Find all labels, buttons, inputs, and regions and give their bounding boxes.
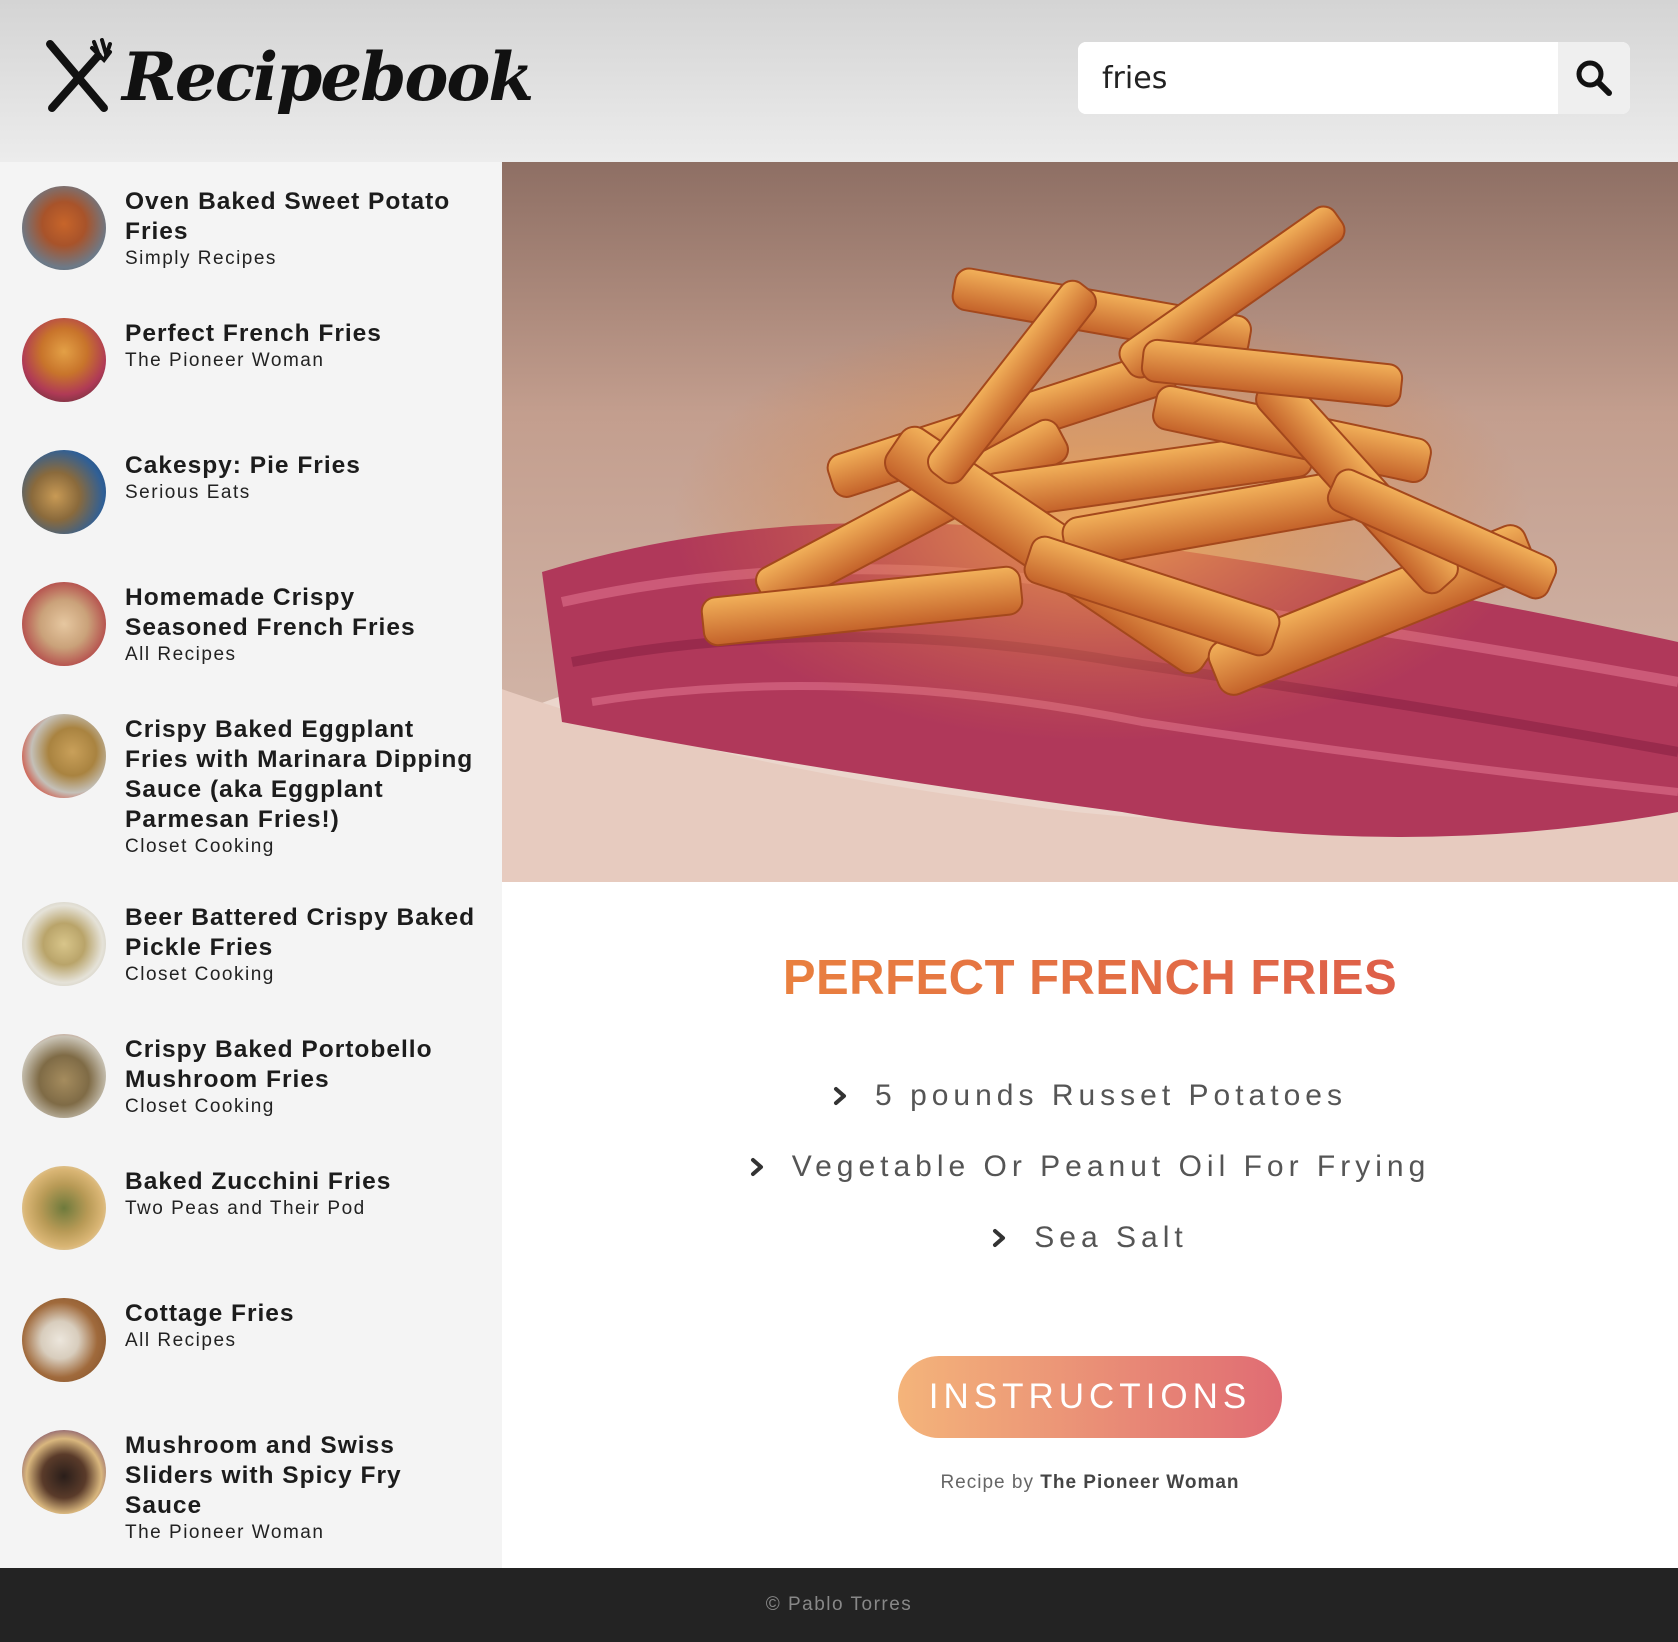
footer: © Pablo Torres bbox=[0, 1568, 1678, 1642]
result-publisher: The Pioneer Woman bbox=[125, 1522, 325, 1543]
search-icon bbox=[1576, 60, 1612, 96]
result-publisher: Serious Eats bbox=[125, 482, 251, 503]
chevron-right-icon bbox=[834, 1086, 847, 1105]
recipe-hero-image bbox=[502, 162, 1678, 882]
result-publisher: The Pioneer Woman bbox=[125, 350, 325, 371]
fork-knife-icon bbox=[46, 38, 112, 112]
result-item[interactable]: Cakespy: Pie Fries Serious Eats bbox=[0, 426, 502, 558]
instructions-button[interactable]: INSTRUCTIONS bbox=[898, 1356, 1282, 1438]
ingredient-item: 5 pounds Russet Potatoes bbox=[502, 1060, 1678, 1131]
ingredient-text: Sea Salt bbox=[1034, 1220, 1188, 1254]
result-title: Baked Zucchini Fries bbox=[125, 1168, 392, 1195]
result-thumbnail bbox=[22, 1166, 106, 1250]
result-publisher: All Recipes bbox=[125, 644, 237, 665]
french-fries-photo bbox=[502, 162, 1678, 882]
result-thumbnail bbox=[22, 714, 106, 798]
result-thumbnail bbox=[22, 1298, 106, 1382]
result-thumbnail bbox=[22, 1034, 106, 1118]
result-item[interactable]: Beer Battered Crispy Baked Pickle Fries … bbox=[0, 878, 502, 1010]
search-button[interactable] bbox=[1558, 42, 1630, 114]
result-title: Mushroom and Swiss Sliders with Spicy Fr… bbox=[125, 1432, 402, 1519]
result-thumbnail bbox=[22, 902, 106, 986]
result-thumbnail bbox=[22, 318, 106, 402]
result-item[interactable]: Crispy Baked Eggplant Fries with Marinar… bbox=[0, 690, 502, 878]
result-publisher: Simply Recipes bbox=[125, 248, 277, 269]
credit-prefix: Recipe by bbox=[940, 1472, 1034, 1493]
recipe-credit: Recipe by The Pioneer Woman bbox=[502, 1472, 1678, 1494]
result-item[interactable]: Homemade Crispy Seasoned French Fries Al… bbox=[0, 558, 502, 690]
result-item[interactable]: Perfect French Fries The Pioneer Woman bbox=[0, 294, 502, 426]
recipe-title: PERFECT FRENCH FRIES bbox=[502, 950, 1678, 1006]
logo-text: Recipebook bbox=[122, 38, 534, 116]
ingredient-text: 5 pounds Russet Potatoes bbox=[875, 1078, 1347, 1112]
result-item[interactable]: Cottage Fries All Recipes bbox=[0, 1274, 502, 1406]
result-item[interactable]: Crispy Baked Portobello Mushroom Fries C… bbox=[0, 1010, 502, 1142]
credit-publisher-link[interactable]: The Pioneer Woman bbox=[1040, 1472, 1239, 1493]
result-title: Oven Baked Sweet Potato Fries bbox=[125, 188, 451, 245]
result-publisher: Closet Cooking bbox=[125, 836, 275, 857]
result-item[interactable]: Baked Zucchini Fries Two Peas and Their … bbox=[0, 1142, 502, 1274]
logo[interactable]: Recipebook bbox=[44, 38, 534, 116]
search-bar bbox=[1078, 42, 1630, 114]
results-sidebar: Oven Baked Sweet Potato Fries Simply Rec… bbox=[0, 162, 502, 1568]
result-publisher: Two Peas and Their Pod bbox=[125, 1198, 366, 1219]
ingredient-item: Vegetable Or Peanut Oil For Frying bbox=[502, 1131, 1678, 1202]
ingredient-item: Sea Salt bbox=[502, 1202, 1678, 1273]
result-title: Crispy Baked Eggplant Fries with Marinar… bbox=[125, 716, 474, 833]
result-thumbnail bbox=[22, 582, 106, 666]
result-title: Beer Battered Crispy Baked Pickle Fries bbox=[125, 904, 476, 961]
result-title: Cottage Fries bbox=[125, 1300, 295, 1327]
result-title: Crispy Baked Portobello Mushroom Fries bbox=[125, 1036, 433, 1093]
result-title: Perfect French Fries bbox=[125, 320, 382, 347]
result-item[interactable]: Mushroom and Swiss Sliders with Spicy Fr… bbox=[0, 1406, 502, 1568]
result-title: Homemade Crispy Seasoned French Fries bbox=[125, 584, 416, 641]
chevron-right-icon bbox=[750, 1157, 763, 1176]
result-thumbnail bbox=[22, 450, 106, 534]
result-thumbnail bbox=[22, 186, 106, 270]
result-item[interactable]: Oven Baked Sweet Potato Fries Simply Rec… bbox=[0, 162, 502, 294]
result-publisher: Closet Cooking bbox=[125, 1096, 275, 1117]
ingredient-text: Vegetable Or Peanut Oil For Frying bbox=[791, 1149, 1431, 1183]
result-thumbnail bbox=[22, 1430, 106, 1514]
result-publisher: All Recipes bbox=[125, 1330, 237, 1351]
result-title: Cakespy: Pie Fries bbox=[125, 452, 361, 479]
search-input[interactable] bbox=[1078, 42, 1558, 114]
result-publisher: Closet Cooking bbox=[125, 964, 275, 985]
chevron-right-icon bbox=[993, 1228, 1006, 1247]
ingredient-list: 5 pounds Russet Potatoes Vegetable Or Pe… bbox=[502, 1060, 1678, 1273]
copyright-text: © Pablo Torres bbox=[765, 1594, 913, 1615]
header: Recipebook bbox=[0, 0, 1678, 162]
